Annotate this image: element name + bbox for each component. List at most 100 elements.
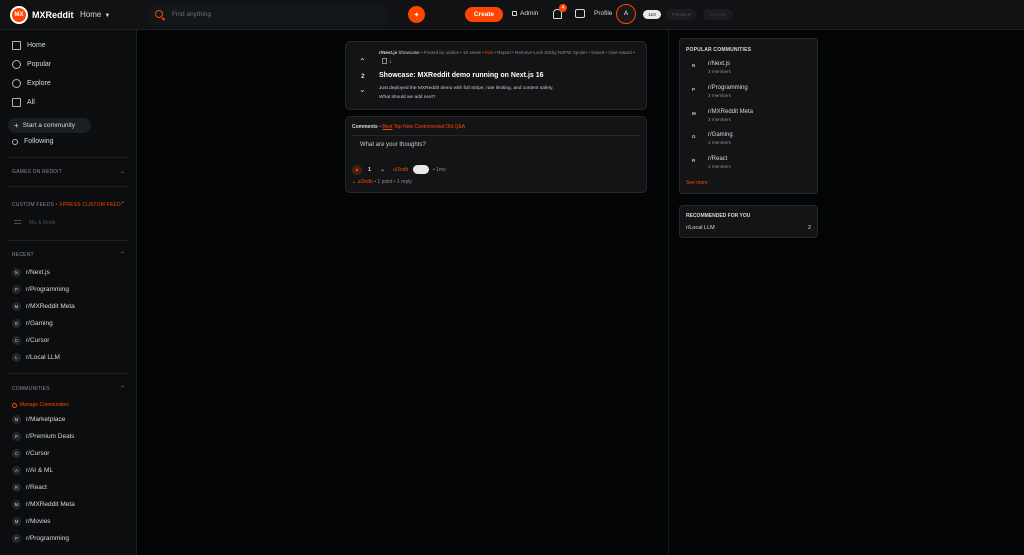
community-item-label: r/Movies [26, 518, 51, 525]
downvote-icon[interactable]: ⌄ [359, 85, 366, 94]
get-app-button[interactable]: Get App [703, 9, 733, 20]
community-avatar: M [12, 302, 21, 311]
friends-dropdown[interactable]: Friends ▾ [666, 9, 696, 20]
custom-feed-label: Mix & Mode [29, 220, 56, 226]
brand-name[interactable]: MXReddit [32, 10, 74, 20]
downvote-icon[interactable]: ⌄ [380, 166, 385, 173]
community-avatar: M [12, 517, 21, 526]
sparkle-icon[interactable]: ✦ [408, 6, 425, 23]
recent-item[interactable]: Lr/Local LLM [12, 353, 60, 362]
sort-best[interactable]: Best [382, 124, 392, 130]
chevron-up-icon[interactable]: ⌃ [120, 385, 125, 392]
community-avatar: P [12, 285, 21, 294]
notification-badge: 4 [559, 4, 567, 12]
sidebar-item-popular[interactable]: Popular [12, 60, 51, 69]
search-icon [155, 10, 163, 18]
gear-icon [12, 402, 17, 408]
community-avatar: L [12, 353, 21, 362]
custom-feeds-label: CUSTOM FEEDS [12, 202, 55, 208]
community-avatar: C [12, 449, 21, 458]
all-icon [12, 98, 21, 107]
admin-link[interactable]: Admin [512, 10, 538, 17]
comment-footer-user[interactable]: u/2ndb [358, 179, 373, 185]
upvote-icon[interactable]: ⌃ [359, 57, 366, 66]
community-item[interactable]: Mr/MXReddit Meta [12, 500, 75, 509]
user-icon [12, 138, 18, 145]
avatar[interactable]: A [616, 4, 636, 24]
section-header-games[interactable]: GAMES ON REDDIT [12, 169, 62, 175]
community-avatar: M [692, 111, 696, 116]
manage-communities-label: Manage Communities [20, 402, 69, 408]
chat-icon[interactable] [575, 9, 585, 18]
chevron-up-icon[interactable]: ⌃ [120, 251, 125, 258]
community-avatar: G [692, 134, 696, 139]
sidebar-item-following[interactable]: Following [12, 138, 54, 145]
sidebar-item-all[interactable]: All [12, 98, 35, 107]
profile-label[interactable]: Profile [594, 10, 612, 17]
recommended-card: RECOMMENDED FOR YOU r/Local LLM 2 [679, 205, 818, 238]
community-name: r/React [708, 156, 728, 162]
recent-item[interactable]: Cr/Cursor [12, 336, 49, 345]
recent-item[interactable]: Pr/Programming [12, 285, 69, 294]
community-avatar: A [12, 466, 21, 475]
manage-communities-link[interactable]: Manage Communities [12, 402, 69, 408]
lock-icon [512, 11, 517, 16]
community-avatar: M [12, 500, 21, 509]
subreddit-link[interactable]: r/Next.js [379, 50, 397, 55]
comment-vote-count: 1 [368, 167, 372, 173]
comment-input[interactable]: What are your thoughts? [360, 142, 426, 148]
logo-icon[interactable]: MX [10, 6, 28, 24]
create-button[interactable]: Create [465, 7, 503, 22]
sidebar-item-label: Home [27, 42, 46, 49]
toggle-switch[interactable] [413, 165, 429, 174]
section-header-recent[interactable]: RECENT [12, 252, 34, 258]
section-header-communities[interactable]: COMMUNITIES [12, 386, 50, 392]
home-dropdown[interactable]: Home ▼ [80, 10, 110, 19]
recommended-community[interactable]: r/Local LLM [686, 225, 715, 231]
community-item[interactable]: Rr/React [12, 483, 47, 492]
recent-item[interactable]: Nr/Next.js [12, 268, 50, 277]
community-item[interactable]: Mr/Marketplace [12, 415, 65, 424]
give-award-link[interactable]: • Give Award • [605, 50, 634, 55]
post-title[interactable]: Showcase: MXReddit demo running on Next.… [379, 72, 544, 79]
comments-card: Comments • Best Top New Controversial Ol… [345, 116, 647, 193]
section-header-custom-feeds[interactable]: CUSTOM FEEDS • XPRESS CUSTOM FEED [12, 202, 121, 208]
popular-communities-header: POPULAR COMMUNITIES [686, 47, 752, 53]
chevron-down-icon[interactable]: ⌄ [352, 179, 356, 185]
community-item[interactable]: Mr/Movies [12, 517, 51, 526]
recent-item[interactable]: Mr/MXReddit Meta [12, 302, 75, 311]
admin-label: Admin [520, 10, 539, 17]
search-input[interactable]: Find anything [172, 11, 211, 18]
posted-by: • Posted by u/alice • 10 views • [420, 50, 484, 55]
menu-icon [14, 220, 21, 224]
community-item[interactable]: Cr/Cursor [12, 449, 49, 458]
custom-feed-item[interactable]: Mix & Mode [14, 220, 55, 226]
post-actions[interactable]: • Report • Remove Lock Sticky NSFW Spoil… [494, 50, 604, 55]
comment-author[interactable]: u/2ndb [393, 167, 408, 173]
recent-item[interactable]: Gr/Gaming [12, 319, 53, 328]
edit-link[interactable]: Edit [485, 50, 493, 55]
community-avatar: G [12, 319, 21, 328]
karma-pill[interactable]: 1e3 [643, 10, 661, 19]
community-item[interactable]: Ar/AI & ML [12, 466, 53, 475]
popular-icon [12, 60, 21, 69]
community-item-label: r/AI & ML [26, 467, 54, 474]
column-divider [668, 30, 669, 555]
see-more-link[interactable]: See more [686, 180, 708, 186]
community-item[interactable]: Pr/Programming [12, 534, 69, 543]
chevron-up-icon[interactable]: ⌃ [120, 201, 125, 208]
upvote-icon[interactable]: ▲ [352, 165, 362, 175]
community-avatar: P [12, 432, 21, 441]
sort-options[interactable]: Top New Controversial Old Q&A [394, 124, 465, 130]
start-community-label: Start a community [22, 122, 76, 129]
custom-feeds-suffix: • XPRESS CUSTOM FEED [55, 202, 121, 208]
community-item-label: r/Programming [26, 535, 69, 542]
search-bar[interactable]: Find anything [148, 5, 388, 25]
post-card[interactable]: ⌃ 2 ⌄ r/Next.js Showcase • Posted by u/a… [345, 41, 647, 110]
start-community-button[interactable]: + Start a community [8, 118, 91, 133]
community-item[interactable]: Pr/Premium Deals [12, 432, 74, 441]
divider [8, 157, 128, 158]
sidebar-item-explore[interactable]: Explore [12, 79, 51, 88]
sidebar-item-home[interactable]: Home [12, 41, 46, 50]
chevron-down-icon[interactable]: ⌄ [120, 168, 125, 175]
